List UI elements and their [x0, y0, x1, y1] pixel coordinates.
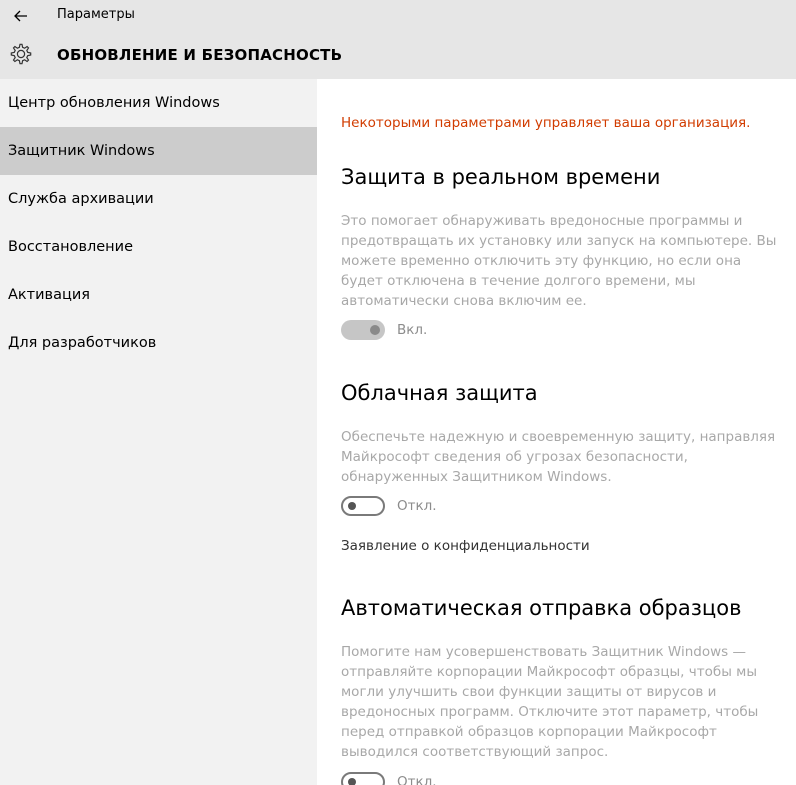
- realtime-protection-description: Это помогает обнаруживать вредоносные пр…: [341, 213, 777, 309]
- cloud-protection-title: Облачная защита: [341, 381, 538, 405]
- realtime-protection-toggle[interactable]: [341, 320, 385, 340]
- sidebar-item-label: Активация: [8, 287, 90, 303]
- sample-submission-toggle[interactable]: [341, 772, 385, 785]
- sample-submission-description: Помогите нам усовершенствовать Защитник …: [341, 644, 759, 760]
- cloud-protection-state: Откл.: [397, 498, 437, 514]
- title-bar: Параметры: [0, 0, 796, 32]
- sidebar-item-developers[interactable]: Для разработчиков: [0, 319, 317, 367]
- sidebar-item-label: Для разработчиков: [8, 335, 157, 351]
- realtime-protection-state: Вкл.: [397, 322, 428, 338]
- sidebar-item-windows-update[interactable]: Центр обновления Windows: [0, 79, 317, 127]
- sidebar-item-label: Восстановление: [8, 239, 134, 255]
- org-managed-notice: Некоторыми параметрами управляет ваша ор…: [341, 115, 751, 131]
- privacy-statement-link[interactable]: Заявление о конфиденциальности: [341, 538, 590, 554]
- main-content: Некоторыми параметрами управляет ваша ор…: [317, 79, 796, 785]
- app-title: Параметры: [57, 7, 135, 22]
- back-button[interactable]: [10, 5, 32, 27]
- realtime-protection-title: Защита в реальном времени: [341, 165, 661, 189]
- sidebar-item-activation[interactable]: Активация: [0, 271, 317, 319]
- sidebar-item-label: Служба архивации: [8, 191, 154, 207]
- sidebar-item-label: Центр обновления Windows: [8, 95, 220, 111]
- toggle-knob: [348, 502, 356, 510]
- sidebar-item-recovery[interactable]: Восстановление: [0, 223, 317, 271]
- sidebar-item-backup[interactable]: Служба архивации: [0, 175, 317, 223]
- toggle-knob: [370, 325, 380, 335]
- page-header: ОБНОВЛЕНИЕ И БЕЗОПАСНОСТЬ: [0, 32, 796, 79]
- sidebar-item-label: Защитник Windows: [8, 143, 155, 159]
- cloud-protection-toggle[interactable]: [341, 496, 385, 516]
- sample-submission-state: Откл.: [397, 774, 437, 785]
- gear-icon: [10, 43, 32, 65]
- toggle-knob: [348, 778, 356, 785]
- arrow-left-icon: [14, 10, 27, 22]
- sidebar: Центр обновления Windows Защитник Window…: [0, 79, 317, 785]
- sample-submission-title: Автоматическая отправка образцов: [341, 596, 742, 620]
- page-title: ОБНОВЛЕНИЕ И БЕЗОПАСНОСТЬ: [57, 46, 343, 64]
- cloud-protection-description: Обеспечьте надежную и своевременную защи…: [341, 429, 776, 485]
- sidebar-item-windows-defender[interactable]: Защитник Windows: [0, 127, 317, 175]
